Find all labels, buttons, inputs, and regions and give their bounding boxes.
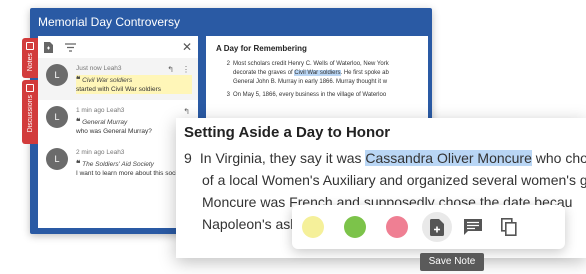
tab-notes[interactable]: Notes (22, 38, 38, 78)
note-quote: Civil War soldiers (82, 77, 133, 84)
note-add-icon (430, 218, 444, 236)
quote-icon: ❝ (76, 75, 81, 84)
list-item[interactable]: L 1 min ago Leah3 ❝ General Murray who w… (38, 100, 198, 142)
document-heading: A Day for Remembering (216, 44, 307, 53)
note-meta: 1 min ago Leah3 (76, 107, 125, 114)
reply-icon[interactable]: ↰ (183, 107, 190, 116)
list-item[interactable]: L 2 min ago Leah3 ❝ The Soldiers' Aid So… (38, 142, 198, 184)
notes-panel: ✕ L Just now Leah3 ❝ Civil War soldiers … (38, 36, 198, 228)
selected-text[interactable]: Cassandra Oliver Moncure (365, 150, 532, 166)
paragraph-2: 2 Most scholars credit Henry C. Wells of … (226, 61, 389, 85)
reply-icon[interactable]: ↰ (167, 65, 174, 74)
copy-button[interactable] (494, 212, 524, 242)
filter-icon[interactable] (65, 42, 76, 52)
notes-toolbar: ✕ (38, 36, 198, 58)
tab-discussions[interactable]: Discussions (22, 80, 38, 144)
annotation-toolbar (292, 205, 565, 249)
note-text: started with Civil War soldiers (76, 86, 162, 93)
copy-icon (501, 218, 517, 236)
save-note-tooltip: Save Note (420, 253, 484, 271)
avatar: L (46, 64, 68, 86)
highlight-yellow-button[interactable] (302, 216, 324, 238)
note-quote: General Murray (82, 119, 128, 126)
window-title: Memorial Day Controversy (38, 15, 181, 29)
selected-text: Civil War soldiers (294, 70, 341, 76)
close-icon[interactable]: ✕ (182, 40, 192, 54)
highlight-green-button[interactable] (344, 216, 366, 238)
more-icon[interactable]: ⋮ (182, 65, 190, 74)
paragraph-3: 3 On May 5, 1866, every business in the v… (226, 92, 387, 98)
quote-icon: ❝ (76, 159, 81, 168)
notes-icon (26, 42, 34, 50)
comment-icon (464, 218, 482, 235)
discussion-button[interactable] (458, 212, 488, 242)
note-meta: 2 min ago Leah3 (76, 149, 125, 156)
avatar: L (46, 106, 68, 128)
note-quote: The Soldiers' Aid Society (82, 161, 154, 168)
discussions-icon (26, 84, 34, 92)
highlight-pink-button[interactable] (386, 216, 408, 238)
note-text: I want to learn more about this society (76, 170, 186, 177)
zoom-heading: Setting Aside a Day to Honor (184, 124, 391, 141)
new-note-icon[interactable] (44, 41, 53, 53)
quote-icon: ❝ (76, 117, 81, 126)
list-item[interactable]: L Just now Leah3 ❝ Civil War soldiers st… (38, 58, 198, 100)
note-text: who was General Murray? (76, 128, 152, 135)
avatar: L (46, 148, 68, 170)
save-note-button[interactable] (422, 212, 452, 242)
